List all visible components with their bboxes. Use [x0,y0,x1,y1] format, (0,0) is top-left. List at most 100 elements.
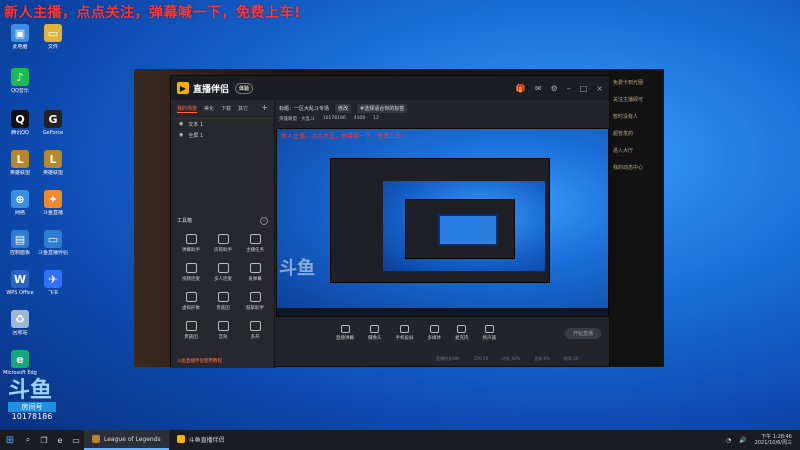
desktop-icon[interactable]: Q 腾讯QQ [3,110,37,136]
tool-label: 发弹幕 [248,277,262,282]
message-icon[interactable]: ✉ [535,84,542,93]
eye-icon[interactable]: ◉ [179,132,183,139]
app-icon: L [44,150,62,168]
control-button[interactable]: 扬声器 [482,325,497,341]
control-button[interactable]: 摄像头 [368,325,382,341]
tab-other[interactable]: 其它 [238,105,248,113]
scene-label: 全屏 1 [188,133,204,139]
followers-count: 4108 [353,116,366,121]
taskbar-app-label: League of Legends [104,435,161,443]
tool-label: 弹幕助手 [182,248,200,253]
tab-download[interactable]: 下载 [221,105,231,113]
desktop-icon-label: 英雄联盟 [42,170,63,176]
control-button[interactable]: 直播弹幕 [336,325,354,341]
tool-item[interactable]: 主播任务 [239,234,271,253]
start-icon[interactable]: ⊞ [0,435,20,446]
desktop-icon[interactable]: G GeForce [36,110,70,136]
desktop-icon[interactable]: ✦ 斗鱼直播 [36,190,70,216]
minimize-icon[interactable]: – [567,84,571,93]
tool-item[interactable]: 弹幕助手 [175,234,207,253]
tool-item[interactable]: 音效 [207,321,239,340]
add-scene-icon[interactable]: + [261,104,268,113]
app-logo: ▶ 直播伴侣 体验 [177,82,254,95]
side-panel-item: 免费卡到光圈 [613,80,644,86]
tool-item[interactable]: 多开 [239,321,271,340]
tool-item[interactable]: 视频连麦 [175,263,207,282]
room-id: 10178186 [322,116,346,121]
tab-scenes[interactable]: 我的场景 [177,105,198,113]
desktop-icon[interactable]: ♻ 回收站 [3,310,37,336]
desktop-icon-label: Microsoft Edge [3,370,37,376]
taskbar: ⊞ ⌕ ❐ e ▭ League of Legends 斗鱼直播伴侣 ◔ 🔊 下… [0,430,800,450]
tool-icon [217,234,229,244]
desktop-icon[interactable]: ▭ 斗鱼直播伴侣 [36,230,70,256]
tool-label: 多开 [250,335,260,340]
tab-beauty[interactable]: 美化 [204,105,214,113]
collapse-icon[interactable]: – [260,217,268,225]
control-label: 多媒体 [427,336,442,341]
tool-item[interactable]: 多人连麦 [207,263,239,282]
gift-icon[interactable]: 🎁 [516,84,526,93]
taskbar-app-lol[interactable]: League of Legends [84,430,169,450]
desktop-icon-label: 英雄联盟 [9,170,30,176]
control-label: 手机投屏 [395,336,414,341]
scene-label: 文本 1 [188,122,204,128]
window-controls: 🎁 ✉ ⚙ – □ × [516,84,603,93]
desktop-icon[interactable]: ▤ 控制面板 [3,230,37,256]
maximize-icon[interactable]: □ [580,84,588,93]
scene-item[interactable]: ◉ 文本 1 [171,119,274,130]
desktop-icon[interactable]: L 英雄联盟 [36,150,70,176]
stream-preview[interactable]: 新人主播，点点关注，弹幕喊一下，免费上车! 斗鱼 [276,128,609,317]
tool-item[interactable]: 贵族团 [175,321,207,340]
tutorial-link[interactable]: 斗鱼直播伴侣使用教程 [177,358,222,364]
desktop-icon[interactable]: ▣ 此电脑 [3,24,37,50]
tool-icon [185,234,197,244]
edge-icon[interactable]: e [52,436,68,445]
game-label[interactable]: 英雄联盟 · 大乱斗 [279,116,315,122]
stream-overlay-banner: 新人主播，点点关注，弹幕喊一下，免费上车! [4,5,301,21]
tool-item[interactable]: 鼓掌助手 [239,292,271,311]
tool-icon [217,292,229,302]
app-icon: ▭ [44,230,62,248]
close-icon[interactable]: × [596,84,603,93]
task-view-icon[interactable]: ❐ [36,436,52,445]
desktop-icon[interactable]: ▭ 文件 [36,24,70,50]
control-icon [400,325,409,333]
taskbar-app-douyu[interactable]: 斗鱼直播伴侣 [169,430,233,450]
tool-item[interactable]: 贵族团 [207,292,239,311]
desktop-icon[interactable]: L 英雄联盟 [3,150,37,176]
desktop-icon-label: 文件 [47,44,58,50]
tool-label: 多人连麦 [214,277,232,282]
app-icon: ⊕ [11,190,29,208]
lol-icon [92,435,100,443]
start-stream-button[interactable]: 开始直播 [564,327,601,339]
category-tag[interactable]: #选择适合你的标签 [357,104,408,113]
tool-item[interactable]: 虚拟形象 [175,292,207,311]
volume-icon[interactable]: 🔊 [739,437,746,444]
settings-icon[interactable]: ⚙ [551,84,558,93]
status-item: 直播时长00h [436,356,460,361]
control-button[interactable]: 手机投屏 [396,325,414,341]
tool-icon [249,321,261,331]
desktop-icon[interactable]: W WPS Office [3,270,37,296]
desktop-icon[interactable]: ⊕ 网络 [3,190,37,216]
tool-item[interactable]: 房管助手 [207,234,239,253]
clock[interactable]: 下午 1:28:46 2021/10/6/周三 [755,434,792,446]
control-button[interactable]: 多媒体 [427,325,442,341]
file-explorer-icon[interactable]: ▭ [68,436,84,445]
scene-item[interactable]: ◉ 全屏 1 [171,130,274,141]
watermark-room-number: 10178186 [11,412,53,421]
room-title: 标题：一区大乱斗专场 [279,106,330,112]
app-title: 直播伴侣 [193,84,230,95]
control-button[interactable]: 麦克风 [455,325,469,341]
tool-item[interactable]: 发弹幕 [239,263,271,282]
desktop-icon[interactable]: ♪ QQ音乐 [3,68,37,94]
desktop-icon[interactable]: e Microsoft Edge [3,350,37,376]
edit-title-button[interactable]: 修改 [335,104,352,113]
desktop-icon[interactable]: ✈ 飞书 [36,270,70,296]
version-pill[interactable]: 体验 [235,82,254,94]
control-label: 扬声器 [482,336,497,341]
search-icon[interactable]: ⌕ [20,435,36,445]
network-icon[interactable]: ◔ [726,437,731,444]
eye-icon[interactable]: ◉ [179,121,183,128]
